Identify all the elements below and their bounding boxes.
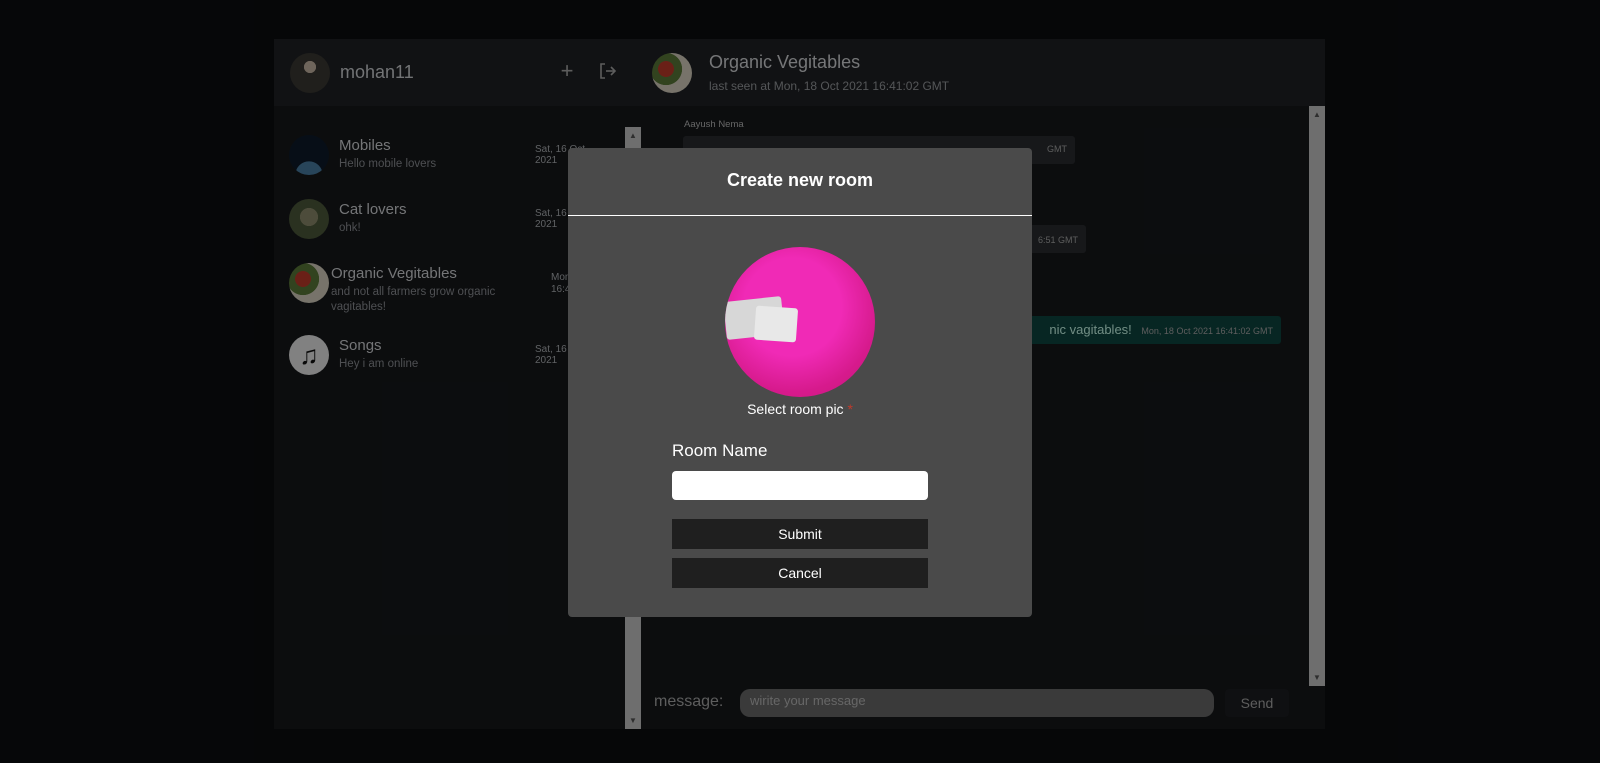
modal-divider (568, 215, 1032, 216)
room-pic-picker[interactable] (725, 247, 875, 397)
room-pic-label-text: Select room pic (747, 401, 844, 417)
room-name-input[interactable] (672, 471, 928, 500)
modal-title: Create new room (726, 170, 874, 190)
required-mark: * (847, 401, 853, 417)
room-name-label: Room Name (672, 441, 768, 460)
submit-button[interactable]: Submit (672, 519, 928, 549)
chat-bubble-icon (753, 305, 799, 343)
room-pic-label: Select room pic * (568, 401, 1032, 417)
cancel-button[interactable]: Cancel (672, 558, 928, 588)
create-room-modal: Create new room Select room pic * Room N… (568, 148, 1032, 617)
